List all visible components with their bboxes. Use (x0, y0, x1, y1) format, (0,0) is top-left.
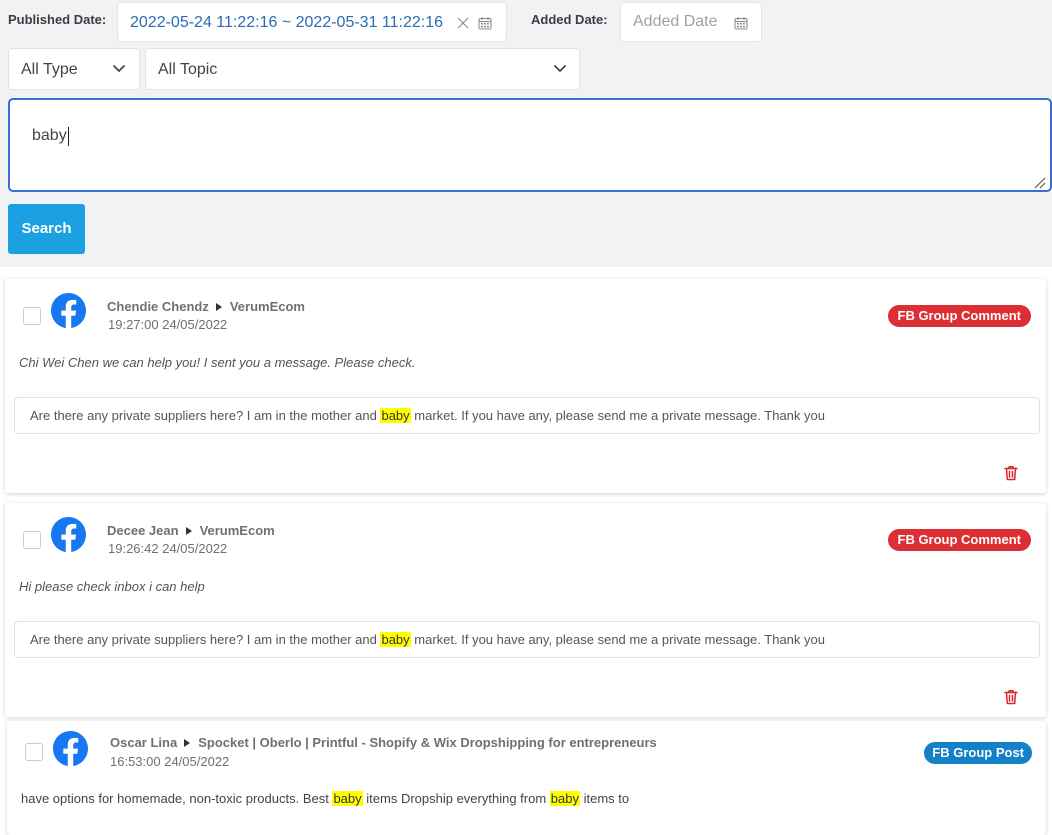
post-text-segment: items Dropship everything from (362, 791, 550, 806)
caret-right-icon (184, 739, 191, 747)
facebook-icon (51, 517, 86, 552)
group-name[interactable]: Spocket | Oberlo | Printful - Shopify & … (198, 735, 657, 751)
type-badge: FB Group Post (924, 742, 1032, 764)
added-date-label: Added Date: (531, 12, 608, 27)
topic-select[interactable]: All Topic (145, 48, 580, 90)
comment-text: Chi Wei Chen we can help you! I sent you… (19, 355, 416, 370)
type-badge: FB Group Comment (887, 529, 1031, 551)
resize-handle-icon[interactable] (1034, 177, 1046, 189)
search-button[interactable]: Search (8, 204, 85, 254)
result-card: Decee Jean VerumEcom 19:26:42 24/05/2022… (5, 503, 1046, 717)
parent-post-quote: Are there any private suppliers here? I … (14, 397, 1040, 434)
trash-icon[interactable] (1004, 689, 1018, 705)
group-name[interactable]: VerumEcom (200, 523, 275, 539)
caret-right-icon (185, 527, 192, 535)
trash-icon[interactable] (1004, 465, 1018, 481)
post-author-line: Oscar Lina Spocket | Oberlo | Printful -… (110, 735, 657, 751)
type-select-value: All Type (21, 61, 78, 78)
comment-text: Hi please check inbox i can help (19, 579, 205, 594)
added-date-picker[interactable] (620, 2, 762, 42)
text-caret (68, 127, 69, 146)
keyword-highlight: baby (380, 632, 411, 647)
quote-text: market. If you have any, please send me … (410, 632, 825, 647)
calendar-icon[interactable] (734, 16, 748, 30)
published-date-label: Published Date: (8, 12, 107, 27)
published-date-range-picker[interactable]: 2022-05-24 11:22:16 ~ 2022-05-31 11:22:1… (117, 2, 507, 42)
type-select[interactable]: All Type (8, 48, 140, 90)
caret-right-icon (215, 303, 222, 311)
result-card: Chendie Chendz VerumEcom 19:27:00 24/05/… (5, 279, 1046, 493)
author-name[interactable]: Chendie Chendz (107, 299, 209, 315)
search-query-textarea[interactable]: baby (8, 98, 1052, 192)
post-text-segment: have options for homemade, non-toxic pro… (21, 791, 333, 806)
select-checkbox[interactable] (25, 743, 43, 761)
parent-post-quote: Are there any private suppliers here? I … (14, 621, 1040, 658)
timestamp: 19:26:42 24/05/2022 (108, 541, 228, 556)
keyword-highlight: baby (549, 791, 580, 806)
select-checkbox[interactable] (23, 531, 41, 549)
keyword-highlight: baby (332, 791, 363, 806)
facebook-icon (51, 293, 86, 328)
author-name[interactable]: Decee Jean (107, 523, 179, 539)
calendar-icon[interactable] (478, 16, 492, 30)
quote-text: Are there any private suppliers here? I … (30, 408, 381, 423)
quote-text: market. If you have any, please send me … (410, 408, 825, 423)
filter-panel: Published Date: 2022-05-24 11:22:16 ~ 20… (0, 0, 1052, 267)
topic-select-value: All Topic (158, 61, 218, 78)
clear-icon[interactable] (457, 17, 469, 29)
post-author-line: Chendie Chendz VerumEcom (107, 299, 305, 315)
chevron-down-icon (113, 65, 125, 72)
select-checkbox[interactable] (23, 307, 41, 325)
quote-text: Are there any private suppliers here? I … (30, 632, 381, 647)
published-date-value: 2022-05-24 11:22:16 ~ 2022-05-31 11:22:1… (130, 14, 443, 31)
type-badge: FB Group Comment (887, 305, 1031, 327)
result-card: Oscar Lina Spocket | Oberlo | Printful -… (7, 721, 1046, 835)
group-name[interactable]: VerumEcom (230, 299, 305, 315)
keyword-highlight: baby (380, 408, 411, 423)
chevron-down-icon (554, 65, 566, 72)
post-author-line: Decee Jean VerumEcom (107, 523, 275, 539)
timestamp: 16:53:00 24/05/2022 (110, 754, 230, 769)
post-text-segment: items to (579, 791, 630, 806)
post-content: have options for homemade, non-toxic pro… (21, 791, 629, 807)
facebook-icon (53, 731, 88, 766)
timestamp: 19:27:00 24/05/2022 (108, 317, 228, 332)
author-name[interactable]: Oscar Lina (110, 735, 177, 751)
